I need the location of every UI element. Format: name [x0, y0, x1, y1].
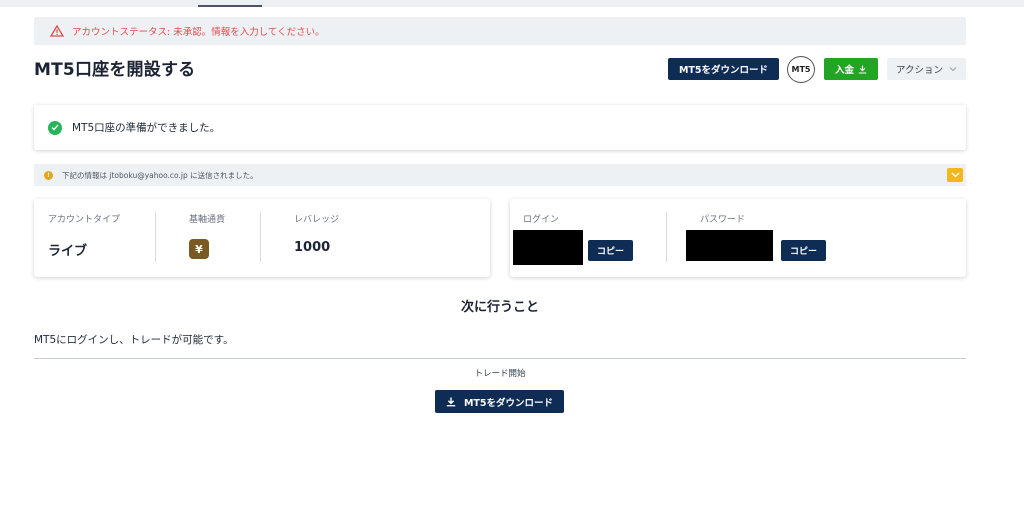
download-label: MT5をダウンロード [463, 397, 554, 409]
warning-icon [50, 25, 64, 37]
account-details-card: アカウントタイプ ライブ 基軸通貨 ¥ レバレッジ 1000 [34, 199, 490, 277]
info-text: 下記の情報は jtoboku@yahoo.co.jp に送信されました。 [62, 170, 258, 180]
page-title: MT5口座を開設する [34, 60, 196, 80]
credentials-card: ログイン コピー パスワード コピー [510, 199, 966, 277]
info-icon: ! [44, 170, 53, 180]
mt5-logo: MT5 [787, 56, 815, 83]
action-dropdown[interactable]: アクション [887, 58, 966, 80]
login-label: ログイン [523, 215, 560, 225]
collapse-toggle[interactable] [947, 168, 963, 182]
download-mt5-button-bottom[interactable]: MT5をダウンロード [435, 390, 564, 413]
currency-symbol: ¥ [195, 242, 203, 256]
top-nav-bar [0, 0, 1024, 7]
leverage-label: レバレッジ [294, 215, 340, 225]
currency-label: 基軸通貨 [189, 215, 226, 225]
account-type-value: ライブ [48, 244, 88, 259]
download-icon [446, 397, 456, 406]
account-status-alert: アカウントステータス: 未承認。情報を入力してください。 [34, 17, 966, 45]
active-tab-indicator [198, 5, 262, 7]
copy-password-button[interactable]: コピー [781, 240, 826, 261]
chevron-down-icon [949, 67, 957, 72]
password-label: パスワード [700, 215, 746, 225]
chevron-down-icon [950, 172, 960, 178]
trade-start-label: トレード開始 [474, 369, 526, 379]
divider [34, 358, 966, 359]
password-redacted [686, 230, 773, 261]
copy-login-button[interactable]: コピー [588, 240, 633, 261]
download-icon [858, 65, 867, 74]
ready-message: MT5口座の準備ができました。 [72, 122, 221, 134]
next-steps-title: 次に行うこと [460, 300, 539, 315]
alert-text: アカウントステータス: 未承認。情報を入力してください。 [72, 27, 325, 38]
download-mt5-button[interactable]: MT5をダウンロード [668, 58, 779, 80]
check-circle-icon [48, 120, 62, 135]
divider [155, 212, 156, 262]
login-redacted [513, 230, 583, 265]
mt5-logo-text: MT5 [791, 65, 811, 74]
action-label: アクション [895, 65, 944, 76]
leverage-value: 1000 [294, 240, 331, 255]
account-type-label: アカウントタイプ [48, 215, 121, 225]
deposit-label: 入金 [834, 65, 854, 76]
divider [260, 212, 261, 262]
next-steps-description: MT5にログインし、トレードが可能です。 [34, 334, 234, 346]
yen-icon: ¥ [189, 239, 209, 259]
account-ready-card: MT5口座の準備ができました。 [34, 105, 966, 150]
divider [666, 212, 667, 262]
email-info-bar: ! 下記の情報は jtoboku@yahoo.co.jp に送信されました。 [34, 164, 966, 186]
deposit-button[interactable]: 入金 [824, 58, 878, 80]
